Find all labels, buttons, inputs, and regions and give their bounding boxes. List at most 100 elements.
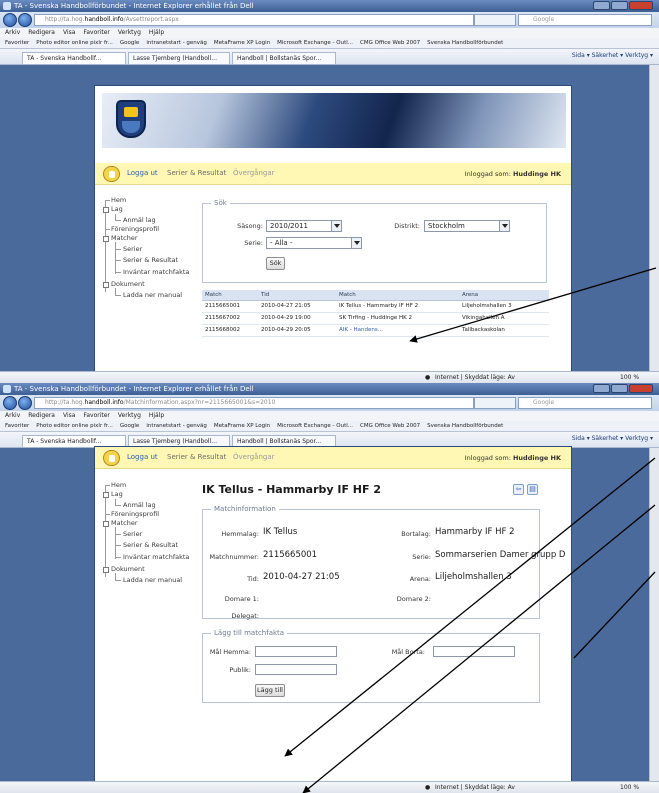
tree-matches[interactable]: Matcher [111,234,138,242]
zoom-level[interactable]: 100 % [620,372,639,383]
transfers-link[interactable]: Övergångar [233,169,275,177]
logout-link[interactable]: Logga ut [127,453,158,461]
table-row[interactable]: 2115668002 2010-04-29 20:05 AIK - Handen… [202,324,549,337]
transfers-link[interactable]: Övergångar [233,453,275,461]
tree-club-profile[interactable]: Föreningsprofil [111,225,159,233]
fav-metaframe[interactable]: MetaFrame XP Login [214,423,270,429]
fav-shf[interactable]: Svenska Handbollförbundet [427,40,503,46]
table-row[interactable]: 2115667002 2010-04-29 19:00 SK Tirfing -… [202,312,549,325]
address-bar[interactable]: http://ta.hog.handboll.info/Avsettreport… [34,14,474,26]
fav-metaframe[interactable]: MetaFrame XP Login [214,40,270,46]
tree-series-results[interactable]: Serier & Resultat [123,541,178,549]
maximize-button[interactable] [611,384,628,393]
fav-shf[interactable]: Svenska Handbollförbundet [427,423,503,429]
minimize-button[interactable] [593,384,610,393]
table-row[interactable]: 2115665001 2010-04-27 21:05 IK Tellus - … [202,300,549,313]
logout-link[interactable]: Logga ut [127,169,158,177]
tree-awaiting-facts[interactable]: Inväntar matchfakta [123,268,189,276]
tab-bollstanas[interactable]: Handboll | Bollstanäs Spor... [232,52,336,64]
tree-documents[interactable]: Dokument [111,280,145,288]
cell-match-link[interactable]: IK Tellus - Hammarby IF HF 2 [336,300,459,313]
tab-lasse[interactable]: Lasse Tjemberg (Handboll... [128,52,230,64]
refresh-stop-icon[interactable] [474,14,516,26]
search-box[interactable]: Google [518,397,652,409]
col-arena[interactable]: Arena [459,290,549,301]
col-time[interactable]: Tid [258,290,336,301]
menu-hjalp[interactable]: Hjälp [149,29,164,36]
menu-verktyg[interactable]: Verktyg [118,29,141,36]
series-results-link[interactable]: Serier & Resultat [167,169,226,177]
menu-arkiv[interactable]: Arkiv [5,29,20,36]
tree-home[interactable]: Hem [111,196,126,204]
fav-cmg[interactable]: CMG Office Web 2007 [360,423,420,429]
audience-input[interactable] [255,664,337,675]
search-box[interactable]: Google [518,14,652,26]
tree-series[interactable]: Serier [123,245,142,253]
series-select[interactable]: - Alla - [266,237,362,249]
home-goals-input[interactable] [255,646,337,657]
favorites-button[interactable]: Favoriter [5,40,29,46]
series-results-link[interactable]: Serier & Resultat [167,453,226,461]
fav-pixlr[interactable]: Photo editor online pixlr fr... [36,40,113,46]
cell-match-link[interactable]: SK Tirfing - Huddinge HK 2 [336,312,459,325]
tree-teams[interactable]: Lag [111,205,123,213]
back-arrow-icon[interactable]: ⇦ [513,484,524,495]
forward-icon[interactable] [18,396,32,410]
menu-favoriter[interactable]: Favoriter [83,412,109,419]
maximize-button[interactable] [611,1,628,10]
back-icon[interactable] [3,396,17,410]
tree-home[interactable]: Hem [111,481,126,489]
fav-cmg[interactable]: CMG Office Web 2007 [360,40,420,46]
fav-pixlr[interactable]: Photo editor online pixlr fr... [36,423,113,429]
tab-ta[interactable]: TA - Svenska Handbollf... [22,52,126,64]
tree-series[interactable]: Serier [123,530,142,538]
fav-google[interactable]: Google [120,40,139,46]
forward-icon[interactable] [18,13,32,27]
menu-visa[interactable]: Visa [63,412,75,419]
vertical-scrollbar[interactable] [649,65,659,371]
fav-intranet[interactable]: intranetstart - genväg [146,423,207,429]
vertical-scrollbar[interactable] [649,448,659,781]
command-bar[interactable]: Sida ▾ Säkerhet ▾ Verktyg ▾ [572,52,653,59]
address-row: http://ta.hog.handboll.info/Matchinforma… [0,395,659,411]
tree-teams[interactable]: Lag [111,490,123,498]
favorites-button[interactable]: Favoriter [5,423,29,429]
zoom-level[interactable]: 100 % [620,782,639,793]
minimize-button[interactable] [593,1,610,10]
tree-documents[interactable]: Dokument [111,565,145,573]
back-icon[interactable] [3,13,17,27]
tree-register-team[interactable]: Anmäl lag [123,216,156,224]
menu-verktyg[interactable]: Verktyg [118,412,141,419]
address-bar[interactable]: http://ta.hog.handboll.info/Matchinforma… [34,397,474,409]
menu-redigera[interactable]: Redigera [28,412,55,419]
menu-arkiv[interactable]: Arkiv [5,412,20,419]
command-bar[interactable]: Sida ▾ Säkerhet ▾ Verktyg ▾ [572,435,653,442]
search-button[interactable]: Sök [266,257,285,270]
menu-redigera[interactable]: Redigera [28,29,55,36]
tree-club-profile[interactable]: Föreningsprofil [111,510,159,518]
away-goals-input[interactable] [433,646,515,657]
tree-download-manual[interactable]: Ladda ner manual [123,576,182,584]
col-match[interactable]: Match [336,290,459,301]
tree-register-team[interactable]: Anmäl lag [123,501,156,509]
fav-exchange[interactable]: Microsoft Exchange - Outl... [277,423,353,429]
tree-matches[interactable]: Matcher [111,519,138,527]
tree-series-results[interactable]: Serier & Resultat [123,256,178,264]
close-button[interactable] [629,384,653,393]
tree-download-manual[interactable]: Ladda ner manual [123,291,182,299]
print-icon[interactable]: ▤ [527,484,538,495]
menu-visa[interactable]: Visa [63,29,75,36]
fav-intranet[interactable]: intranetstart - genväg [146,40,207,46]
menu-favoriter[interactable]: Favoriter [83,29,109,36]
cell-match-link[interactable]: AIK - Handens... [336,324,459,337]
col-match-id[interactable]: Match [202,290,258,301]
district-select[interactable]: Stockholm [424,220,510,232]
refresh-stop-icon[interactable] [474,397,516,409]
tree-awaiting-facts[interactable]: Inväntar matchfakta [123,553,189,561]
close-button[interactable] [629,1,653,10]
fav-exchange[interactable]: Microsoft Exchange - Outl... [277,40,353,46]
add-facts-button[interactable]: Lägg till [255,684,285,697]
menu-hjalp[interactable]: Hjälp [149,412,164,419]
fav-google[interactable]: Google [120,423,139,429]
season-select[interactable]: 2010/2011 [266,220,342,232]
